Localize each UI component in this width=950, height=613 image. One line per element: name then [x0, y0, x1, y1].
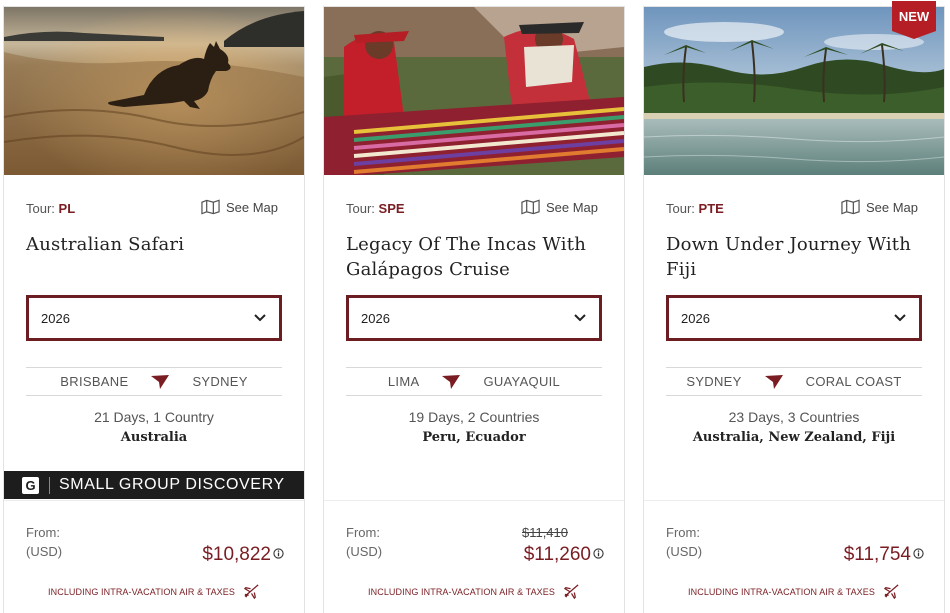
- tour-countries: Peru, Ecuador: [422, 430, 526, 445]
- tour-duration: 21 Days, 1 Country: [94, 409, 214, 425]
- tour-card-spe: Tour: SPE See Map Legacy Of The Incas Wi…: [323, 6, 625, 613]
- price-value: $11,754: [843, 544, 911, 565]
- price-value: $10,822: [202, 544, 271, 565]
- price: $11,754: [844, 544, 924, 566]
- price: $10,822: [202, 544, 284, 566]
- year-value: 2026: [361, 310, 390, 326]
- air-taxes-text: INCLUDING INTRA-VACATION AIR & TAXES: [688, 586, 875, 597]
- chevron-down-icon: [894, 314, 906, 322]
- chevron-down-icon: [574, 314, 586, 322]
- tour-code-line: Tour: SPE: [346, 201, 405, 216]
- tour-code-line: Tour: PTE: [666, 201, 724, 216]
- route: BRISBANE SYDNEY: [26, 367, 282, 396]
- g-logo-icon: G: [22, 476, 39, 494]
- from-label: From:: [666, 525, 700, 540]
- tour-code: PL: [58, 201, 76, 216]
- see-map-link[interactable]: See Map: [521, 199, 598, 215]
- tour-title[interactable]: Legacy Of The Incas With Galápagos Cruis…: [346, 232, 608, 282]
- info-icon[interactable]: [593, 548, 604, 559]
- plane-arrow-icon: [442, 374, 461, 389]
- tour-image-kangaroo[interactable]: [4, 7, 304, 175]
- year-select[interactable]: 2026: [666, 295, 922, 341]
- year-value: 2026: [41, 310, 70, 326]
- see-map-label: See Map: [545, 199, 598, 215]
- map-icon: [521, 199, 540, 215]
- chevron-down-icon: [254, 314, 266, 322]
- tour-code: PTE: [698, 201, 724, 216]
- plane-arrow-icon: [151, 374, 170, 389]
- map-icon: [201, 199, 220, 215]
- currency-label: (USD): [26, 544, 63, 559]
- tour-code: SPE: [378, 201, 405, 216]
- see-map-link[interactable]: See Map: [201, 199, 278, 215]
- tour-code-line: Tour: PL: [26, 201, 75, 216]
- route-start: LIMA: [387, 374, 420, 389]
- route-end: CORAL COAST: [805, 374, 902, 389]
- airplane-icon: [563, 584, 579, 600]
- route-end: GUAYAQUIL: [483, 374, 561, 389]
- year-select[interactable]: 2026: [26, 295, 282, 341]
- new-badge: NEW: [892, 1, 936, 39]
- banner-text: SMALL GROUP DISCOVERY: [59, 476, 285, 493]
- new-badge-text: NEW: [899, 9, 930, 24]
- plane-arrow-icon: [764, 374, 783, 389]
- tour-label: Tour:: [346, 201, 375, 216]
- banner-separator: [49, 476, 50, 494]
- currency-label: (USD): [666, 544, 703, 559]
- original-price: $11,410: [521, 525, 568, 540]
- tour-countries: Australia: [120, 430, 188, 445]
- price-value: $11,260: [523, 544, 591, 565]
- air-taxes-note: INCLUDING INTRA-VACATION AIR & TAXES: [324, 583, 624, 600]
- tour-title[interactable]: Down Under Journey With Fiji: [666, 232, 928, 282]
- tour-title[interactable]: Australian Safari: [26, 232, 288, 257]
- tour-image-weavers[interactable]: [324, 7, 624, 175]
- route-start: SYDNEY: [686, 374, 742, 389]
- tour-label: Tour:: [666, 201, 695, 216]
- tour-duration: 19 Days, 2 Countries: [408, 409, 540, 425]
- air-taxes-note: INCLUDING INTRA-VACATION AIR & TAXES: [644, 583, 944, 600]
- see-map-link[interactable]: See Map: [841, 199, 918, 215]
- info-icon[interactable]: [913, 548, 924, 559]
- card-divider: [324, 500, 624, 501]
- tour-countries: Australia, New Zealand, Fiji: [692, 430, 896, 445]
- air-taxes-text: INCLUDING INTRA-VACATION AIR & TAXES: [368, 586, 555, 597]
- tour-card-pl: Tour: PL See Map Australian Safari 2026 …: [3, 6, 305, 613]
- map-icon: [841, 199, 860, 215]
- route: LIMA GUAYAQUIL: [346, 367, 602, 396]
- from-label: From:: [26, 525, 60, 540]
- currency-label: (USD): [346, 544, 383, 559]
- air-taxes-text: INCLUDING INTRA-VACATION AIR & TAXES: [48, 586, 235, 597]
- tour-card-pte: NEW Tour: PTE See Map Down Under Journey…: [643, 1, 945, 613]
- route-start: BRISBANE: [60, 374, 129, 389]
- route: SYDNEY CORAL COAST: [666, 367, 922, 396]
- route-end: SYDNEY: [192, 374, 248, 389]
- airplane-icon: [243, 584, 259, 600]
- card-divider: [644, 500, 944, 501]
- airplane-icon: [883, 584, 899, 600]
- small-group-discovery-banner: G SMALL GROUP DISCOVERY: [4, 471, 304, 499]
- card-divider: [4, 500, 304, 501]
- year-select[interactable]: 2026: [346, 295, 602, 341]
- air-taxes-note: INCLUDING INTRA-VACATION AIR & TAXES: [4, 583, 304, 600]
- see-map-label: See Map: [225, 199, 278, 215]
- info-icon[interactable]: [273, 548, 284, 559]
- from-label: From:: [346, 525, 380, 540]
- year-value: 2026: [681, 310, 710, 326]
- tour-duration: 23 Days, 3 Countries: [728, 409, 860, 425]
- tour-label: Tour:: [26, 201, 55, 216]
- price: $11,260: [524, 544, 604, 566]
- see-map-label: See Map: [865, 199, 918, 215]
